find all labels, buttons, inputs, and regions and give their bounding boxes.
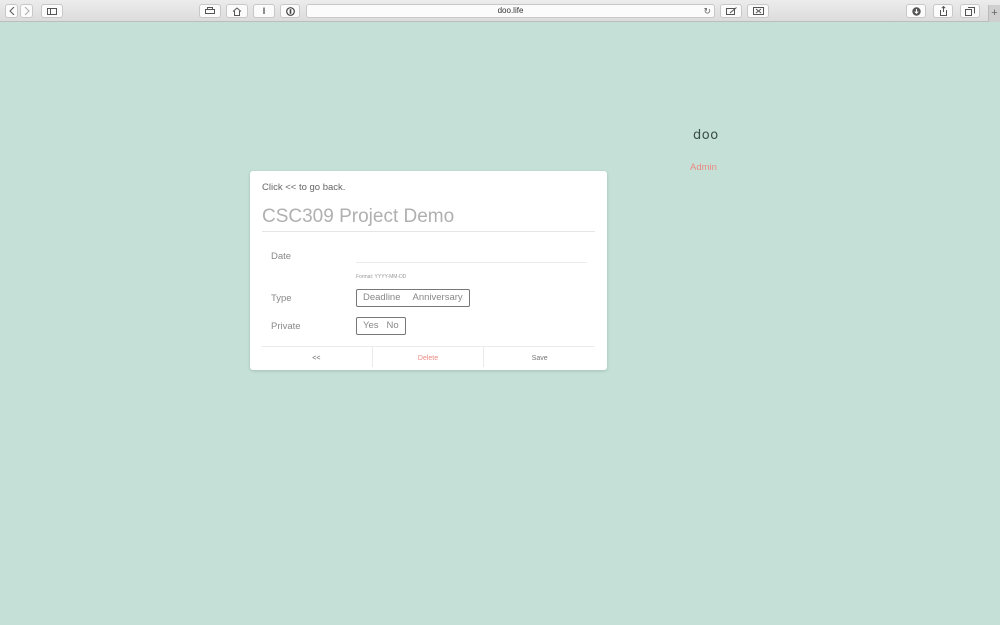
private-selector: Yes No bbox=[356, 317, 406, 335]
type-option-deadline[interactable]: Deadline bbox=[357, 290, 407, 306]
download-icon[interactable] bbox=[906, 4, 926, 18]
url-text: doo.life bbox=[497, 6, 524, 15]
back-button[interactable]: << bbox=[261, 347, 372, 367]
back-arrow-icon[interactable] bbox=[5, 4, 18, 18]
event-card: Click << to go back. CSC309 Project Demo… bbox=[250, 171, 607, 370]
type-selector: Deadline Anniversary bbox=[356, 289, 470, 307]
privacy-icon[interactable] bbox=[280, 4, 300, 18]
event-title[interactable]: CSC309 Project Demo bbox=[262, 206, 595, 232]
private-option-no[interactable]: No bbox=[385, 318, 405, 334]
clip-icon[interactable] bbox=[747, 4, 769, 18]
back-hint: Click << to go back. bbox=[262, 182, 346, 193]
forward-arrow-icon[interactable] bbox=[20, 4, 33, 18]
browser-toolbar: I doo.life ↻ + bbox=[0, 0, 1000, 22]
save-button[interactable]: Save bbox=[483, 347, 595, 367]
date-input[interactable] bbox=[356, 262, 587, 263]
address-bar[interactable]: doo.life ↻ bbox=[306, 4, 715, 18]
annotate-icon[interactable] bbox=[720, 4, 742, 18]
reader-icon[interactable]: I bbox=[253, 4, 275, 18]
reload-icon[interactable]: ↻ bbox=[703, 6, 711, 17]
sidebar-icon[interactable] bbox=[41, 4, 63, 18]
date-label: Date bbox=[271, 251, 292, 262]
print-icon[interactable] bbox=[199, 4, 221, 18]
delete-button[interactable]: Delete bbox=[371, 347, 484, 367]
type-option-anniversary[interactable]: Anniversary bbox=[407, 290, 469, 306]
card-footer: << Delete Save bbox=[261, 346, 595, 367]
share-icon[interactable] bbox=[933, 4, 953, 18]
private-option-yes[interactable]: Yes bbox=[357, 318, 385, 334]
new-tab-button[interactable]: + bbox=[988, 5, 1000, 22]
private-label: Private bbox=[271, 321, 301, 332]
date-format-hint: Format: YYYY-MM-DD bbox=[356, 274, 407, 280]
type-label: Type bbox=[271, 293, 292, 304]
site-logo[interactable]: doo bbox=[693, 128, 719, 143]
tabs-overview-icon[interactable] bbox=[960, 4, 980, 18]
home-icon[interactable] bbox=[226, 4, 248, 18]
admin-link[interactable]: Admin bbox=[690, 162, 717, 173]
